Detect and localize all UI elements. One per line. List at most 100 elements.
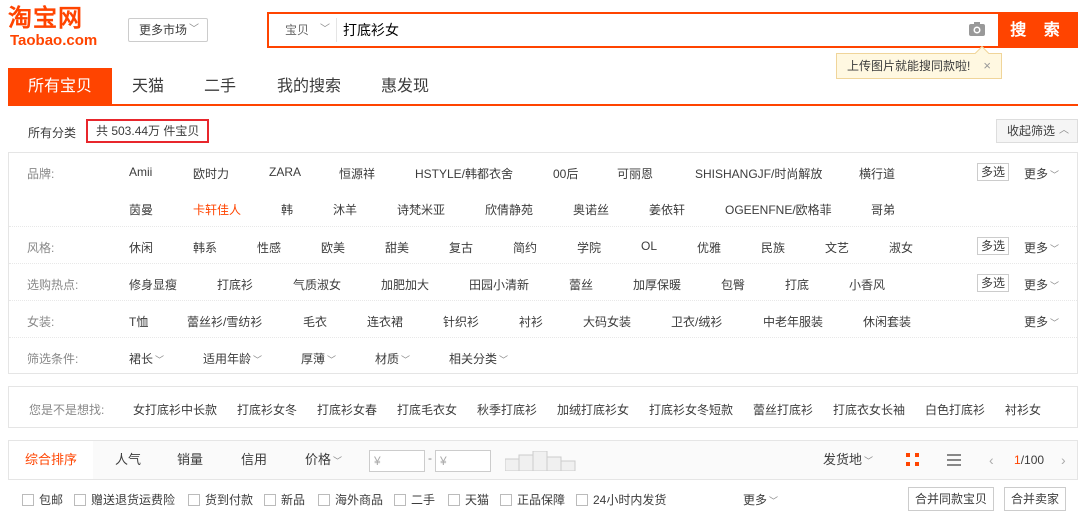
women-item[interactable]: 中老年服装 xyxy=(763,313,823,330)
search-input[interactable] xyxy=(343,18,943,42)
women-item[interactable]: 衬衫 xyxy=(519,313,543,330)
related-search-link[interactable]: 秋季打底衫 xyxy=(477,401,537,418)
brand-item[interactable]: 可丽恩 xyxy=(617,165,653,182)
tab-discover[interactable]: 惠发现 xyxy=(370,68,440,104)
hot-item[interactable]: 加厚保暖 xyxy=(633,276,681,293)
style-item[interactable]: 淑女 xyxy=(889,239,913,256)
collapse-filters-button[interactable]: 收起筛选 ︿ xyxy=(996,119,1078,143)
condition-dropdown[interactable]: 适用年龄 ﹀ xyxy=(203,350,262,367)
hot-item[interactable]: 修身显瘦 xyxy=(129,276,177,293)
hot-item[interactable]: 加肥加大 xyxy=(381,276,429,293)
style-item[interactable]: 性感 xyxy=(257,239,281,256)
taobao-logo[interactable]: 淘宝网 Taobao.com xyxy=(8,4,116,56)
brand-item[interactable]: 诗梵米亚 xyxy=(397,201,445,218)
options-more-button[interactable]: 更多 ﹀ xyxy=(743,491,778,508)
style-item[interactable]: 韩系 xyxy=(193,239,217,256)
women-item[interactable]: 大码女装 xyxy=(583,313,631,330)
more-market-dropdown[interactable]: 更多市场 ﹀ xyxy=(128,18,208,42)
hot-item[interactable]: 包臀 xyxy=(721,276,745,293)
all-categories-link[interactable]: 所有分类 xyxy=(28,124,76,141)
brand-item[interactable]: 哥弟 xyxy=(871,201,895,218)
option-free-shipping[interactable]: 包邮 xyxy=(22,491,63,508)
list-view-icon[interactable] xyxy=(947,453,961,467)
condition-dropdown[interactable]: 裙长 ﹀ xyxy=(129,350,164,367)
merge-sellers-button[interactable]: 合并卖家 xyxy=(1004,487,1067,511)
grid-view-icon[interactable] xyxy=(906,453,920,467)
tab-all-items[interactable]: 所有宝贝 xyxy=(8,68,112,104)
style-item[interactable]: OL xyxy=(641,239,657,253)
brand-item[interactable]: 欣倩静苑 xyxy=(485,201,533,218)
brand-item-highlighted[interactable]: 卡轩佳人 xyxy=(193,201,241,218)
chevron-right-icon[interactable]: › xyxy=(1061,441,1066,479)
price-max-input[interactable]: ¥ xyxy=(435,450,491,472)
brand-item[interactable]: 横行道 xyxy=(859,165,895,182)
style-item[interactable]: 优雅 xyxy=(697,239,721,256)
option-return-insurance[interactable]: 赠送退货运费险 xyxy=(74,491,175,508)
condition-dropdown[interactable]: 材质 ﹀ xyxy=(375,350,410,367)
checkbox[interactable] xyxy=(318,494,330,506)
women-item[interactable]: 休闲套装 xyxy=(863,313,911,330)
tab-tmall[interactable]: 天猫 xyxy=(120,68,176,104)
ship-from-dropdown[interactable]: 发货地 ﹀ xyxy=(823,441,873,479)
women-item[interactable]: 蕾丝衫/雪纺衫 xyxy=(187,313,262,330)
more-button[interactable]: 更多 ﹀ xyxy=(1024,313,1059,330)
condition-dropdown[interactable]: 相关分类 ﹀ xyxy=(449,350,508,367)
checkbox[interactable] xyxy=(188,494,200,506)
sort-default[interactable]: 综合排序 xyxy=(9,441,93,479)
price-min-input[interactable]: ¥ xyxy=(369,450,425,472)
checkbox[interactable] xyxy=(448,494,460,506)
related-search-link[interactable]: 蕾丝打底衫 xyxy=(753,401,813,418)
brand-item[interactable]: 欧时力 xyxy=(193,165,229,182)
related-search-link[interactable]: 打底衫女冬 xyxy=(237,401,297,418)
more-button[interactable]: 更多 ﹀ xyxy=(1024,165,1059,182)
women-item[interactable]: 卫衣/绒衫 xyxy=(671,313,722,330)
option-overseas[interactable]: 海外商品 xyxy=(318,491,383,508)
style-item[interactable]: 学院 xyxy=(577,239,601,256)
brand-item[interactable]: 韩 xyxy=(281,201,293,218)
related-search-link[interactable]: 女打底衫中长款 xyxy=(133,401,217,418)
option-genuine[interactable]: 正品保障 xyxy=(500,491,565,508)
option-tmall[interactable]: 天猫 xyxy=(448,491,489,508)
related-search-link[interactable]: 打底毛衣女 xyxy=(397,401,457,418)
style-item[interactable]: 甜美 xyxy=(385,239,409,256)
style-item[interactable]: 休闲 xyxy=(129,239,153,256)
sort-price[interactable]: 价格 ﹀ xyxy=(305,441,342,479)
checkbox[interactable] xyxy=(22,494,34,506)
women-item[interactable]: 毛衣 xyxy=(303,313,327,330)
checkbox[interactable] xyxy=(74,494,86,506)
style-item[interactable]: 欧美 xyxy=(321,239,345,256)
brand-item[interactable]: SHISHANGJF/时尚解放 xyxy=(695,165,822,182)
option-24h-ship[interactable]: 24小时内发货 xyxy=(576,491,666,508)
checkbox[interactable] xyxy=(500,494,512,506)
hot-item[interactable]: 气质淑女 xyxy=(293,276,341,293)
brand-item[interactable]: 沐羊 xyxy=(333,201,357,218)
hot-item[interactable]: 打底衫 xyxy=(217,276,253,293)
sort-popularity[interactable]: 人气 xyxy=(115,441,141,479)
tab-my-search[interactable]: 我的搜索 xyxy=(266,68,352,104)
style-item[interactable]: 民族 xyxy=(761,239,785,256)
search-type-dropdown[interactable]: 宝贝 ﹀ xyxy=(273,18,337,42)
hot-item[interactable]: 小香风 xyxy=(849,276,885,293)
checkbox[interactable] xyxy=(576,494,588,506)
hot-item[interactable]: 蕾丝 xyxy=(569,276,593,293)
women-item[interactable]: 针织衫 xyxy=(443,313,479,330)
more-button[interactable]: 更多 ﹀ xyxy=(1024,276,1059,293)
sort-sales[interactable]: 销量 xyxy=(177,441,203,479)
hot-item[interactable]: 田园小清新 xyxy=(469,276,529,293)
more-button[interactable]: 更多 ﹀ xyxy=(1024,239,1059,256)
brand-item[interactable]: 姜依轩 xyxy=(649,201,685,218)
multi-select-button[interactable]: 多选 xyxy=(977,274,1009,292)
style-item[interactable]: 文艺 xyxy=(825,239,849,256)
related-search-link[interactable]: 打底衫女春 xyxy=(317,401,377,418)
brand-item[interactable]: 茵曼 xyxy=(129,201,153,218)
checkbox[interactable] xyxy=(264,494,276,506)
camera-icon[interactable] xyxy=(968,21,986,37)
search-button[interactable]: 搜 索 xyxy=(998,12,1078,48)
option-secondhand[interactable]: 二手 xyxy=(394,491,435,508)
style-item[interactable]: 简约 xyxy=(513,239,537,256)
merge-same-items-button[interactable]: 合并同款宝贝 xyxy=(908,487,995,511)
condition-dropdown[interactable]: 厚薄 ﹀ xyxy=(301,350,336,367)
women-item[interactable]: 连衣裙 xyxy=(367,313,403,330)
style-item[interactable]: 复古 xyxy=(449,239,473,256)
brand-item[interactable]: Amii xyxy=(129,165,152,179)
